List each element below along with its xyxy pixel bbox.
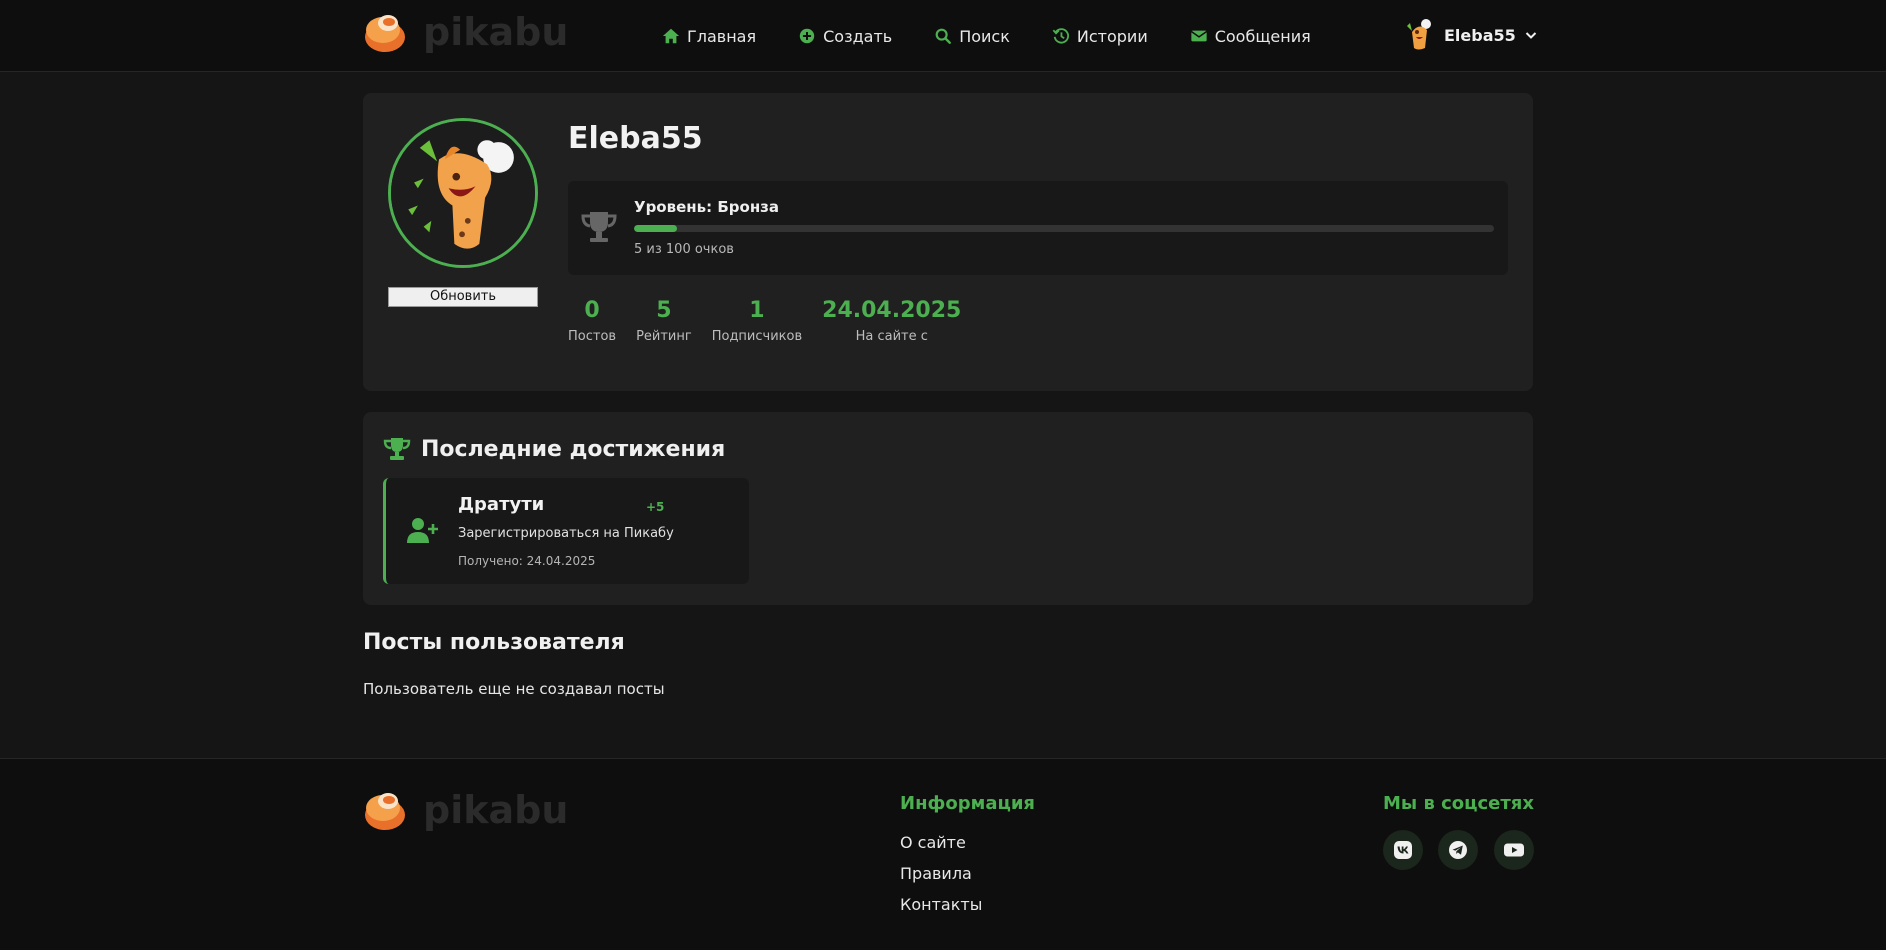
stat-value: 5 [656,298,672,323]
stat-label: Постов [568,329,617,344]
stat-rating: 5 Рейтинг [636,297,692,344]
stat-posts: 0 Постов [568,297,616,344]
trophy-icon [581,212,617,242]
nav-search[interactable]: Поиск [934,27,1010,46]
level-title: Уровень: Бронза [634,198,780,216]
telegram-icon [1449,841,1467,859]
refresh-avatar-button[interactable]: Обновить [388,287,538,307]
stat-value: 24.04.2025 [822,298,962,323]
nav-messages-label: Сообщения [1214,26,1311,46]
footer-info-title: Информация [900,793,1035,814]
achievements-title: Последние достижения [383,436,725,462]
main-nav: Главная Создать Поиск Истории Сообщения [662,0,1353,72]
achievement-item: Дратути +5 Зарегистрироваться на Пикабу … [383,478,749,584]
home-icon [662,28,680,44]
nav-messages[interactable]: Сообщения [1190,27,1311,46]
achievement-description: Зарегистрироваться на Пикабу [458,526,674,541]
profile-card: Обновить Eleba55 Уровень: Бронза 5 из 10… [363,93,1533,391]
level-progress-fill [634,225,677,232]
logo-text: pikabu [423,788,569,832]
history-icon [1052,28,1069,44]
search-icon [935,28,952,44]
achievement-points: +5 [646,500,665,514]
nav-home[interactable]: Главная [662,27,756,46]
user-menu[interactable]: Eleba55 [1404,18,1538,52]
achievements-title-text: Последние достижения [421,436,726,462]
stat-label: Подписчиков [711,329,803,344]
posts-empty-text: Пользователь еще не создавал посты [363,680,665,698]
social-telegram-button[interactable] [1438,830,1478,870]
posts-title: Посты пользователя [363,630,625,655]
stat-value: 1 [749,298,765,323]
user-menu-name: Eleba55 [1444,25,1516,45]
envelope-icon [1190,30,1207,42]
pikabu-logo-icon [365,793,405,830]
nav-create[interactable]: Создать [798,27,892,46]
stat-value: 0 [584,298,600,323]
user-avatar-small [1407,19,1431,50]
achievement-date: Получено: 24.04.2025 [458,554,596,568]
stat-member-since: 24.04.2025 На сайте с [822,297,961,344]
level-progress-bar [634,225,1494,232]
achievements-card: Последние достижения Дратути +5 Зарегист… [363,412,1533,605]
avatar-image [391,121,535,265]
social-youtube-button[interactable] [1494,830,1534,870]
nav-history-label: Истории [1076,26,1148,46]
footer-link-about[interactable]: О сайте [900,833,966,852]
nav-home-label: Главная [687,26,757,46]
stat-label: На сайте с [855,329,928,344]
nav-history[interactable]: Истории [1052,27,1148,46]
user-plus-icon [407,518,438,543]
footer-social-title: Мы в соцсетях [1383,793,1534,814]
header-logo[interactable]: pikabu [363,10,568,54]
profile-username: Eleba55 [568,121,703,156]
nav-search-label: Поиск [959,26,1010,46]
profile-stats: 0 Постов 5 Рейтинг 1 Подписчиков 24.04.2… [568,297,981,344]
profile-avatar [388,118,538,268]
trophy-icon [383,438,411,460]
youtube-icon [1504,843,1524,857]
top-header: pikabu Главная Создать Поиск Истории Соо… [0,0,1886,72]
vk-icon [1394,841,1412,859]
level-points: 5 из 100 очков [634,242,734,257]
stat-subscribers: 1 Подписчиков [712,297,802,344]
nav-create-label: Создать [823,26,893,46]
chevron-down-icon [1525,32,1536,39]
stat-label: Рейтинг [636,329,692,344]
social-vk-button[interactable] [1383,830,1423,870]
footer-link-rules[interactable]: Правила [900,864,972,883]
footer-logo[interactable]: pikabu [363,788,568,832]
plus-circle-icon [799,28,815,44]
pikabu-logo-icon [365,15,405,52]
logo-text: pikabu [423,10,569,54]
achievement-name: Дратути [458,494,545,515]
level-box: Уровень: Бронза 5 из 100 очков [568,181,1508,275]
footer-link-contacts[interactable]: Контакты [900,895,982,914]
footer: pikabu Информация О сайте Правила Контак… [0,758,1886,950]
